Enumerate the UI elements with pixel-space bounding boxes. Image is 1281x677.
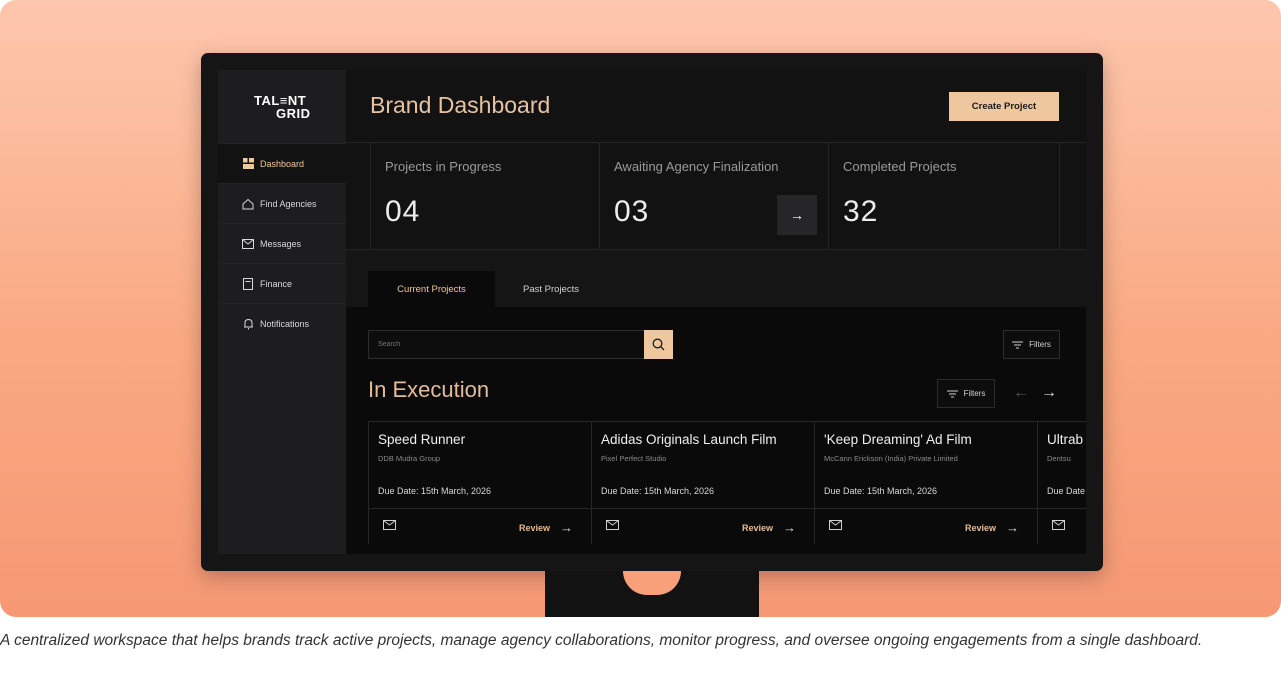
arrow-right-button[interactable]: → <box>777 195 817 235</box>
section-title-in-execution: In Execution <box>368 377 490 402</box>
stat-label: Awaiting Agency Finalization <box>614 159 779 174</box>
agency-name: Pixel Perfect Studio <box>601 454 667 463</box>
project-card[interactable]: Ultrab Dentsu Due Date <box>1037 422 1086 544</box>
stat-card-in-progress[interactable]: Projects in Progress 04 <box>370 143 600 249</box>
monitor-frame: TAL≡NT GRID Dashboard Find Agencies Mess… <box>201 53 1103 571</box>
stat-value: 04 <box>385 195 421 228</box>
due-date: Due Date: 15th March, 2026 <box>378 486 492 496</box>
due-date: Due Date: 15th March, 2026 <box>824 486 938 496</box>
stat-card-awaiting-finalization[interactable]: Awaiting Agency Finalization 03 → <box>599 143 829 249</box>
filters-button-section[interactable]: Filters <box>937 379 995 408</box>
sidebar-item-finance[interactable]: Finance <box>218 263 346 303</box>
sidebar-item-find-agencies[interactable]: Find Agencies <box>218 183 346 223</box>
sidebar-item-notifications[interactable]: Notifications <box>218 303 346 343</box>
pager-prev-arrow-icon[interactable]: ← <box>1013 384 1029 402</box>
sidebar-item-label: Messages <box>260 238 302 249</box>
card-footer <box>1038 508 1086 544</box>
due-date: Due Date <box>1047 486 1086 496</box>
mail-icon[interactable] <box>383 520 396 530</box>
project-title: Speed Runner <box>378 432 466 447</box>
mail-icon[interactable] <box>829 520 842 530</box>
arrow-right-icon: → <box>790 207 804 223</box>
search-button[interactable] <box>644 330 673 359</box>
arrow-right-icon: → <box>783 520 796 535</box>
agency-name: McCann Erickson (India) Private Limited <box>824 454 958 463</box>
project-title: Ultrab <box>1047 432 1084 447</box>
project-tabs: Current Projects Past Projects <box>346 250 1086 307</box>
bell-icon <box>242 318 254 330</box>
sidebar-item-messages[interactable]: Messages <box>218 223 346 263</box>
filters-label: Filters <box>1029 340 1051 349</box>
mail-icon[interactable] <box>606 520 619 530</box>
filters-button-top[interactable]: Filters <box>1003 330 1060 359</box>
review-label: Review <box>964 522 996 533</box>
stat-label: Completed Projects <box>843 159 957 174</box>
pager-next-arrow-icon[interactable]: → <box>1041 384 1057 402</box>
stat-value: 03 <box>614 195 650 228</box>
stats-row: Projects in Progress 04 Awaiting Agency … <box>346 143 1086 250</box>
page-header: Brand Dashboard Create Project <box>346 70 1086 143</box>
hero-background: TAL≡NT GRID Dashboard Find Agencies Mess… <box>0 0 1281 617</box>
sidebar-item-dashboard[interactable]: Dashboard <box>218 143 346 183</box>
review-link[interactable]: Review → <box>965 520 1019 535</box>
sidebar-item-label: Dashboard <box>260 158 305 169</box>
home-icon <box>242 198 254 210</box>
filters-label: Filters <box>963 389 986 398</box>
due-date: Due Date: 15th March, 2026 <box>601 486 715 496</box>
app-screen: TAL≡NT GRID Dashboard Find Agencies Mess… <box>218 70 1086 554</box>
project-card[interactable]: Adidas Originals Launch Film Pixel Perfe… <box>591 422 815 544</box>
review-label: Review <box>518 522 550 533</box>
dashboard-grid-icon <box>242 158 254 170</box>
sidebar-item-label: Finance <box>260 278 293 289</box>
mail-icon[interactable] <box>1052 520 1065 530</box>
logo-line-2: GRID <box>276 106 311 121</box>
stat-value: 32 <box>843 195 879 228</box>
sidebar-nav: Dashboard Find Agencies Messages Finance… <box>218 143 346 343</box>
card-footer: Review → <box>369 508 591 544</box>
tab-past-projects[interactable]: Past Projects <box>495 271 607 307</box>
agency-name: Dentsu <box>1047 454 1071 463</box>
review-link[interactable]: Review → <box>519 520 573 535</box>
project-card[interactable]: Speed Runner DDB Mudra Group Due Date: 1… <box>368 422 592 544</box>
sidebar-item-label: Find Agencies <box>260 198 317 209</box>
stat-label: Projects in Progress <box>385 159 502 174</box>
main-content: Brand Dashboard Create Project Projects … <box>346 70 1086 554</box>
stat-card-completed[interactable]: Completed Projects 32 <box>828 143 1060 249</box>
arrow-right-icon: → <box>560 520 573 535</box>
document-icon <box>242 277 254 290</box>
filter-icon <box>1012 341 1024 348</box>
project-title: 'Keep Dreaming' Ad Film <box>824 432 972 447</box>
card-footer: Review → <box>592 508 814 544</box>
image-caption: A centralized workspace that helps brand… <box>0 632 1203 649</box>
create-project-button[interactable]: Create Project <box>949 92 1059 121</box>
tab-current-projects[interactable]: Current Projects <box>368 271 495 307</box>
mail-icon <box>242 238 254 250</box>
sidebar-item-label: Notifications <box>260 318 310 329</box>
project-title: Adidas Originals Launch Film <box>601 432 777 447</box>
card-footer: Review → <box>815 508 1037 544</box>
search-icon <box>652 338 665 351</box>
review-label: Review <box>741 522 773 533</box>
review-link[interactable]: Review → <box>742 520 796 535</box>
project-cards: Speed Runner DDB Mudra Group Due Date: 1… <box>368 421 1086 547</box>
sidebar: TAL≡NT GRID Dashboard Find Agencies Mess… <box>218 70 346 554</box>
arrow-right-icon: → <box>1006 520 1019 535</box>
talentgrid-logo[interactable]: TAL≡NT GRID <box>254 94 311 120</box>
agency-name: DDB Mudra Group <box>378 454 441 463</box>
page-title: Brand Dashboard <box>370 92 551 118</box>
search-input[interactable] <box>368 330 645 359</box>
project-card[interactable]: 'Keep Dreaming' Ad Film McCann Erickson … <box>814 422 1038 544</box>
filter-icon <box>946 390 958 397</box>
